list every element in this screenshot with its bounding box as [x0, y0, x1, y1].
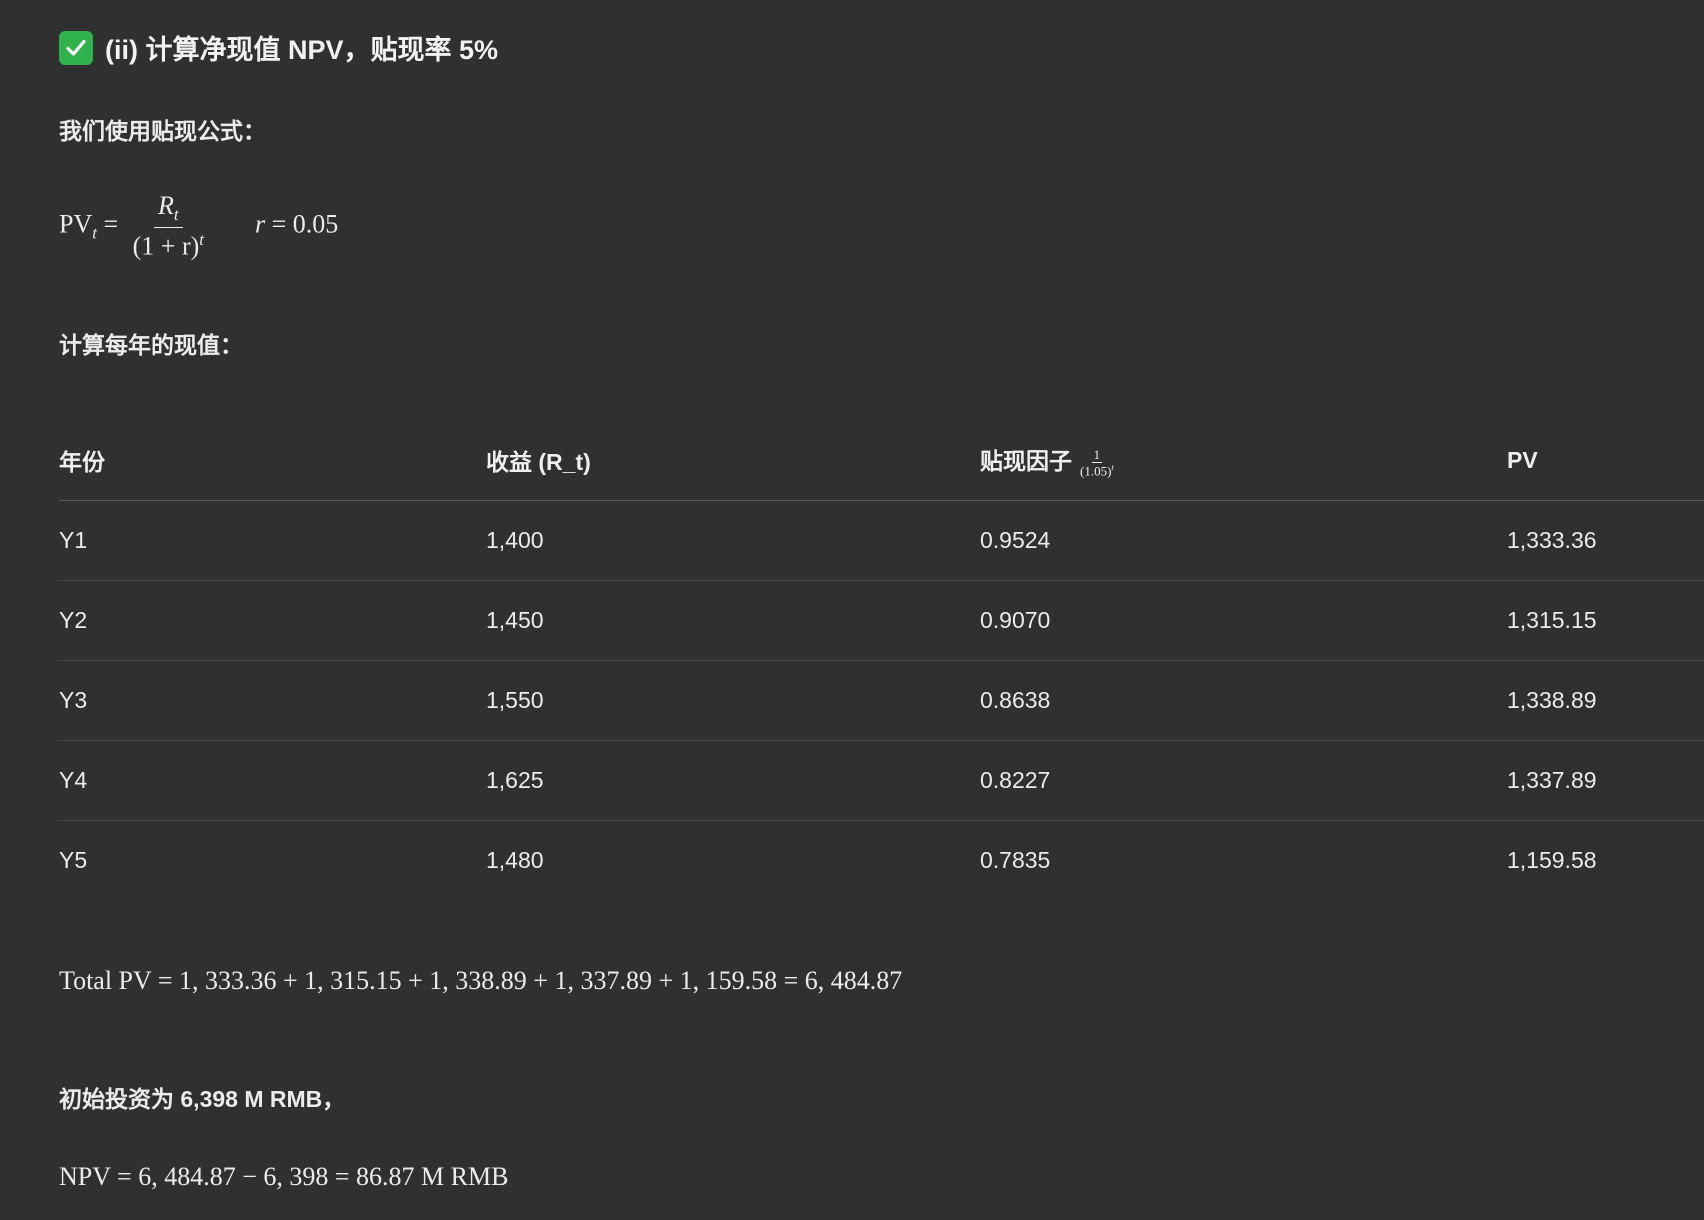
header-factor-label: 贴现因子 — [980, 447, 1072, 474]
cell-factor: 0.8638 — [980, 660, 1507, 741]
cell-factor: 0.7835 — [980, 847, 1051, 873]
cell-year: Y4 — [59, 740, 486, 821]
formula-lhs-sub: t — [92, 223, 97, 243]
header-factor-den: (1.05) — [1080, 463, 1112, 479]
cell-revenue: 1,400 — [486, 500, 980, 581]
header-factor: 贴现因子 1 (1.05)t — [980, 420, 1507, 501]
heading-text: (ii) 计算净现值 NPV，贴现率 5% — [105, 35, 499, 65]
header-year: 年份 — [59, 420, 486, 501]
formula-denominator: (1 + r) — [132, 231, 200, 261]
intro-text: 我们使用贴现公式： — [59, 118, 266, 144]
formula-fraction: Rt (1 + r)t — [129, 191, 208, 261]
cell-pv: 1,159.58 — [1507, 847, 1597, 873]
total-pv-formula: Total PV = 1, 333.36 + 1, 315.15 + 1, 33… — [59, 966, 903, 995]
cell-factor: 0.9070 — [980, 580, 1507, 661]
cell-year: Y3 — [59, 660, 486, 741]
table-row: Y2 1,450 0.9070 1,315.15 — [59, 580, 1704, 661]
cell-revenue: 1,480 — [486, 847, 544, 873]
cell-pv: 1,337.89 — [1507, 740, 1704, 821]
table-row: Y4 1,625 0.8227 1,337.89 — [59, 740, 1704, 821]
initial-investment-text: 初始投资为 6,398 M RMB， — [59, 1086, 346, 1112]
cell-pv: 1,333.36 — [1507, 500, 1704, 581]
cell-pv: 1,315.15 — [1507, 580, 1704, 661]
npv-formula: NPV = 6, 484.87 − 6, 398 = 86.87 M RMB — [59, 1162, 509, 1191]
header-factor-fraction: 1 (1.05)t — [1078, 446, 1116, 479]
cell-pv: 1,338.89 — [1507, 660, 1704, 741]
formula-equals: = — [103, 209, 119, 239]
table-row: Y1 1,400 0.9524 1,333.36 — [59, 500, 1704, 581]
cell-year: Y5 — [59, 847, 88, 873]
header-pv: PV — [1507, 420, 1704, 501]
formula-rate-var: r — [254, 209, 266, 239]
table-header-row: 年份 收益 (R_t) 贴现因子 1 (1.05)t PV — [59, 420, 1704, 501]
header-revenue: 收益 (R_t) — [486, 420, 980, 501]
cell-revenue: 1,625 — [486, 740, 980, 821]
pv-formula: PVt = Rt (1 + r)t r = 0.05 — [59, 191, 339, 261]
formula-denominator-sup: t — [199, 229, 204, 249]
cell-revenue: 1,450 — [486, 580, 980, 661]
formula-lhs: PV — [59, 209, 93, 239]
formula-rate-value: = 0.05 — [271, 209, 339, 239]
check-mark-icon — [59, 30, 93, 65]
section-heading: (ii) 计算净现值 NPV，贴现率 5% — [59, 28, 498, 67]
per-year-text: 计算每年的现值： — [59, 332, 243, 358]
cell-year: Y2 — [59, 580, 486, 661]
pv-table: 年份 收益 (R_t) 贴现因子 1 (1.05)t PV Y1 1,400 0.9… — [59, 420, 1704, 900]
formula-numerator-sub: t — [173, 205, 179, 225]
header-factor-num: 1 — [1091, 446, 1103, 463]
table-row: Y3 1,550 0.8638 1,338.89 — [59, 660, 1704, 741]
formula-numerator: R — [158, 191, 174, 220]
cell-factor: 0.8227 — [980, 740, 1507, 821]
cell-factor: 0.9524 — [980, 500, 1507, 581]
cell-revenue: 1,550 — [486, 660, 980, 741]
table-row: Y5 1,480 0.7835 1,159.58 — [59, 821, 1704, 901]
cell-year: Y1 — [59, 500, 486, 581]
header-factor-den-sup: t — [1111, 461, 1114, 472]
